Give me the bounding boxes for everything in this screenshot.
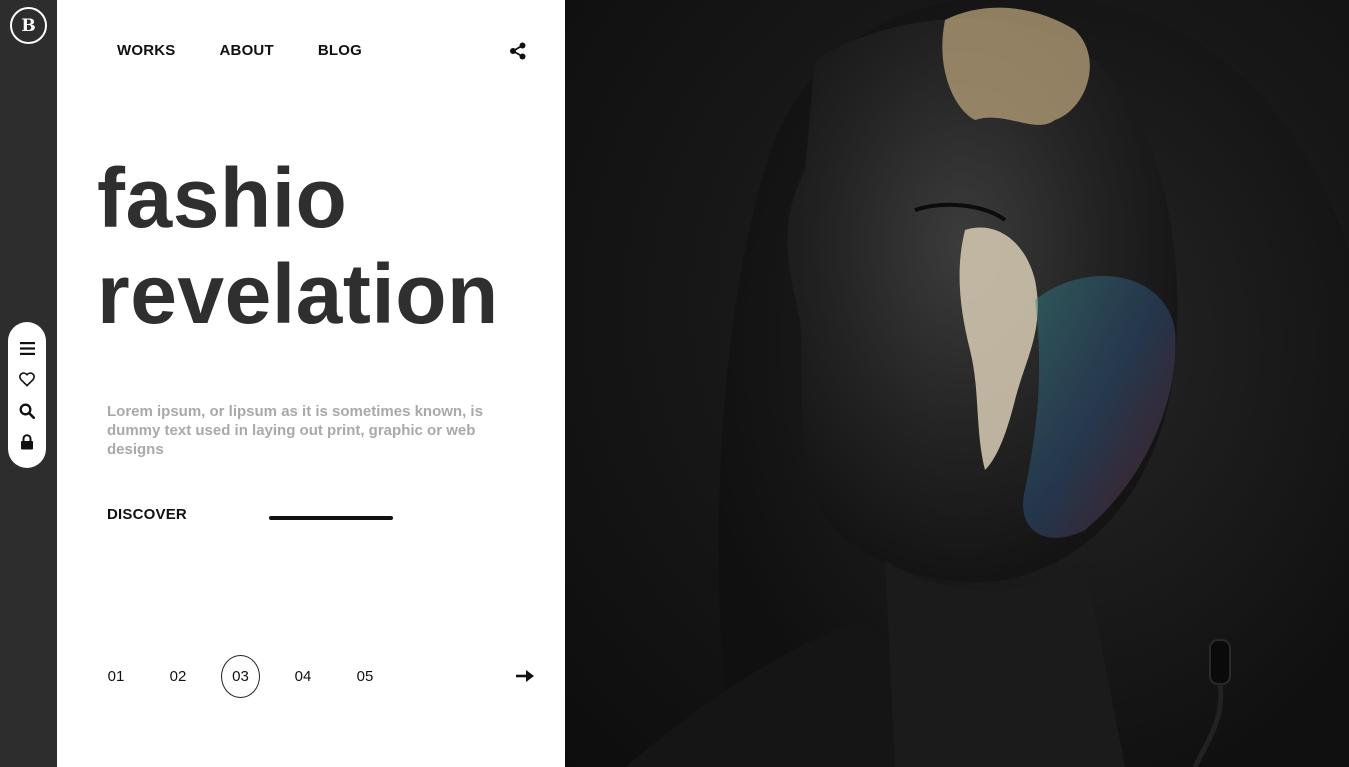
search-button[interactable] xyxy=(8,395,46,426)
menu-button[interactable] xyxy=(8,333,46,364)
discover-underline xyxy=(269,516,393,520)
share-icon[interactable] xyxy=(509,42,527,60)
content-panel: WORKS ABOUT BLOG fashio revelation Lorem… xyxy=(57,0,565,767)
page-button-01[interactable]: 01 xyxy=(97,657,135,695)
lock-icon xyxy=(21,433,33,449)
pagination: 01 02 03 04 05 xyxy=(97,654,408,698)
left-rail: B xyxy=(0,0,57,767)
discover-button[interactable]: DISCOVER xyxy=(107,506,187,523)
heart-icon xyxy=(19,372,35,387)
brand-logo-letter: B xyxy=(21,15,36,36)
menu-icon xyxy=(19,342,35,355)
hero-description: Lorem ipsum, or lipsum as it is sometime… xyxy=(107,403,483,458)
headline-line-2: revelation xyxy=(97,247,499,341)
hero-image xyxy=(565,0,1349,767)
favorite-button[interactable] xyxy=(8,364,46,395)
nav-item-about[interactable]: ABOUT xyxy=(220,42,274,59)
page-button-05[interactable]: 05 xyxy=(346,657,384,695)
page: B WORKS ABOUT BLOG fashio revelation Lor… xyxy=(0,0,1349,767)
arrow-right-icon[interactable] xyxy=(515,667,535,685)
search-icon xyxy=(19,403,35,419)
headline-line-1: fashio xyxy=(97,151,348,245)
nav-item-blog[interactable]: BLOG xyxy=(318,42,362,59)
brand-logo[interactable]: B xyxy=(10,7,47,44)
hero-headline: fashio revelation xyxy=(97,150,499,342)
tool-pill xyxy=(8,322,46,468)
page-button-03-active[interactable]: 03 xyxy=(221,654,260,698)
page-button-04[interactable]: 04 xyxy=(284,657,322,695)
lock-button[interactable] xyxy=(8,426,46,457)
nav-item-works[interactable]: WORKS xyxy=(117,42,176,59)
hooded-painted-face-illustration xyxy=(625,0,1349,767)
top-nav: WORKS ABOUT BLOG xyxy=(117,42,406,59)
page-button-02[interactable]: 02 xyxy=(159,657,197,695)
